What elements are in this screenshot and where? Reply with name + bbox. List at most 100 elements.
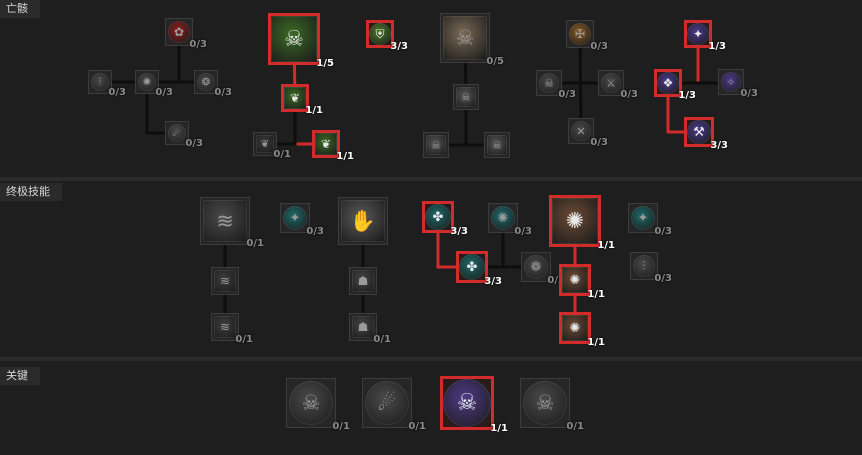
skill-node[interactable]: ☠ 0/1	[286, 378, 350, 432]
skill-rank-counter: 0/1	[373, 334, 391, 345]
skill-node[interactable]: ✧ 0/3	[718, 69, 758, 99]
bone-storm-enhanced-icon: ≋	[214, 270, 236, 292]
bone-storm-icon: ≋	[203, 200, 247, 242]
helm-key-icon: ☄	[365, 381, 409, 425]
skill-rank-counter: 0/5	[486, 56, 504, 67]
skill-rank-counter: 0/3	[620, 89, 638, 100]
skill-rank-counter: 1/1	[305, 105, 323, 116]
section-title-corpse: 亡骸	[0, 0, 40, 18]
skill-rank-counter: 3/3	[450, 226, 468, 237]
skill-node[interactable]: ☠ 0/1	[520, 378, 584, 432]
skill-node[interactable]: ✦ 0/3	[280, 203, 324, 237]
skill-rank-counter: 3/3	[710, 140, 728, 151]
skill-rank-counter: 0/3	[155, 87, 173, 98]
skill-rank-counter: 0/3	[740, 88, 758, 99]
skeleton-enhanced-icon: ☠	[456, 87, 476, 107]
skill-node[interactable]: ⫶ 0/3	[630, 252, 672, 284]
skill-node[interactable]: ❦ 1/1	[312, 130, 354, 162]
skill-node[interactable]: ✺ 1/1	[559, 264, 605, 300]
skill-rank-counter: 0/1	[273, 149, 291, 160]
teal-bloom-icon: ✤	[459, 254, 485, 280]
bone-burst-icon: ✺	[138, 73, 156, 91]
skill-node[interactable]: ☠	[423, 132, 449, 158]
skill-node[interactable]: ≋ 0/1	[211, 313, 253, 345]
blood-rose-icon: ✿	[168, 21, 190, 43]
enhanced-tendrils-icon: ❦	[284, 87, 306, 109]
army-of-dead-icon: ✋	[341, 200, 385, 242]
skill-node[interactable]: ☠ 0/5	[440, 13, 504, 67]
skill-rank-counter: 0/3	[654, 226, 672, 237]
skill-node[interactable]: ✤ 3/3	[422, 201, 468, 237]
skill-rank-counter: 0/1	[408, 421, 426, 432]
skill-node[interactable]: ☠ 0/3	[536, 70, 576, 100]
skill-rank-counter: 1/5	[316, 58, 334, 69]
skill-node[interactable]: ✺ 0/3	[488, 203, 532, 237]
axe-icon: ⚔	[601, 73, 621, 93]
skull-crossbones-key-icon: ☠	[289, 381, 333, 425]
teal-swirl-icon: ✺	[491, 206, 515, 230]
skill-node[interactable]: ✤ 3/3	[456, 251, 502, 287]
skill-rank-counter: 0/3	[214, 87, 232, 98]
plagued-tendrils-icon: ❦	[256, 135, 274, 153]
grey-bones-icon: ⫶	[633, 255, 655, 277]
skill-node[interactable]: ≋ 0/1	[200, 197, 264, 249]
purple-skull-key-icon: ☠	[443, 379, 491, 427]
skill-node[interactable]: ✕ 0/3	[568, 118, 608, 148]
skill-node[interactable]: ❂ 0/3	[194, 70, 232, 98]
skill-rank-counter: 3/3	[484, 276, 502, 287]
skill-node[interactable]: ☠ 1/5	[268, 13, 334, 69]
skill-node[interactable]: ⚔ 0/3	[598, 70, 638, 100]
skill-node[interactable]: ☄ 0/1	[362, 378, 426, 432]
skill-node[interactable]: ✺ 0/3	[135, 70, 173, 98]
skill-node[interactable]: ❦ 0/1	[253, 132, 291, 160]
bone-storm-upgrade-icon: ≋	[214, 316, 236, 338]
skill-node[interactable]: ⫶ 0/3	[88, 70, 126, 98]
blood-wave-upgrade-icon: ✺	[562, 315, 588, 341]
section-title-key: 关键	[0, 367, 40, 385]
skill-node[interactable]: ✺ 1/1	[549, 195, 615, 251]
skill-node[interactable]: ☠	[453, 84, 479, 110]
orbs-icon: ❂	[197, 73, 215, 91]
skill-rank-counter: 1/3	[678, 90, 696, 101]
skill-rank-counter: 0/1	[332, 421, 350, 432]
skill-node[interactable]: ❖ 1/3	[654, 69, 696, 101]
army-upgrade-icon: ☗	[352, 316, 374, 338]
skill-rank-counter: 1/1	[490, 423, 508, 434]
skill-node[interactable]: ✋	[338, 197, 388, 245]
crescent-icon: ☄	[168, 124, 186, 142]
teal-rune-icon: ✦	[283, 206, 307, 230]
skill-node[interactable]: ✿ 0/3	[165, 18, 207, 50]
purple-sigil-icon: ❖	[657, 72, 679, 94]
necrotic-carapace-icon: ⛨	[369, 23, 391, 45]
skill-node[interactable]: ❦ 1/1	[281, 84, 323, 116]
skill-rank-counter: 1/1	[587, 289, 605, 300]
purple-shard-icon: ✧	[721, 72, 741, 92]
skill-node[interactable]: ☠ 1/1	[440, 376, 508, 434]
purple-rune-icon: ✦	[687, 23, 709, 45]
skull-pile-key-icon: ☠	[523, 381, 567, 425]
skeleton-right-icon: ☠	[487, 135, 507, 155]
skill-node[interactable]: ✦ 0/3	[628, 203, 672, 237]
skill-rank-counter: 0/1	[246, 238, 264, 249]
skill-node[interactable]: ✠ 0/3	[566, 20, 608, 52]
skill-node[interactable]: ✦ 1/3	[684, 20, 726, 52]
skill-rank-counter: 0/3	[306, 226, 324, 237]
skill-node[interactable]: ❁ 0/3	[521, 252, 565, 286]
skill-rank-counter: 3/3	[390, 41, 408, 52]
skill-rank-counter: 0/1	[235, 334, 253, 345]
teal-gem-icon: ✦	[631, 206, 655, 230]
skill-node[interactable]: ⚒ 3/3	[684, 117, 728, 151]
skill-node[interactable]: ≋	[211, 267, 239, 295]
skill-rank-counter: 0/3	[558, 89, 576, 100]
skeleton-icon: ☠	[443, 16, 487, 60]
blood-wave-icon: ✺	[552, 198, 598, 244]
skill-node[interactable]: ☗	[349, 267, 377, 295]
teal-leaf-icon: ✤	[425, 204, 451, 230]
skill-node[interactable]: ⛨ 3/3	[366, 20, 408, 52]
skill-rank-counter: 1/1	[597, 240, 615, 251]
skill-node[interactable]: ☗ 0/1	[349, 313, 391, 345]
crossed-bones-orange-icon: ✠	[569, 23, 591, 45]
skill-node[interactable]: ✺ 1/1	[559, 312, 605, 348]
skill-node[interactable]: ☠	[484, 132, 510, 158]
skill-node[interactable]: ☄ 0/3	[165, 121, 203, 149]
